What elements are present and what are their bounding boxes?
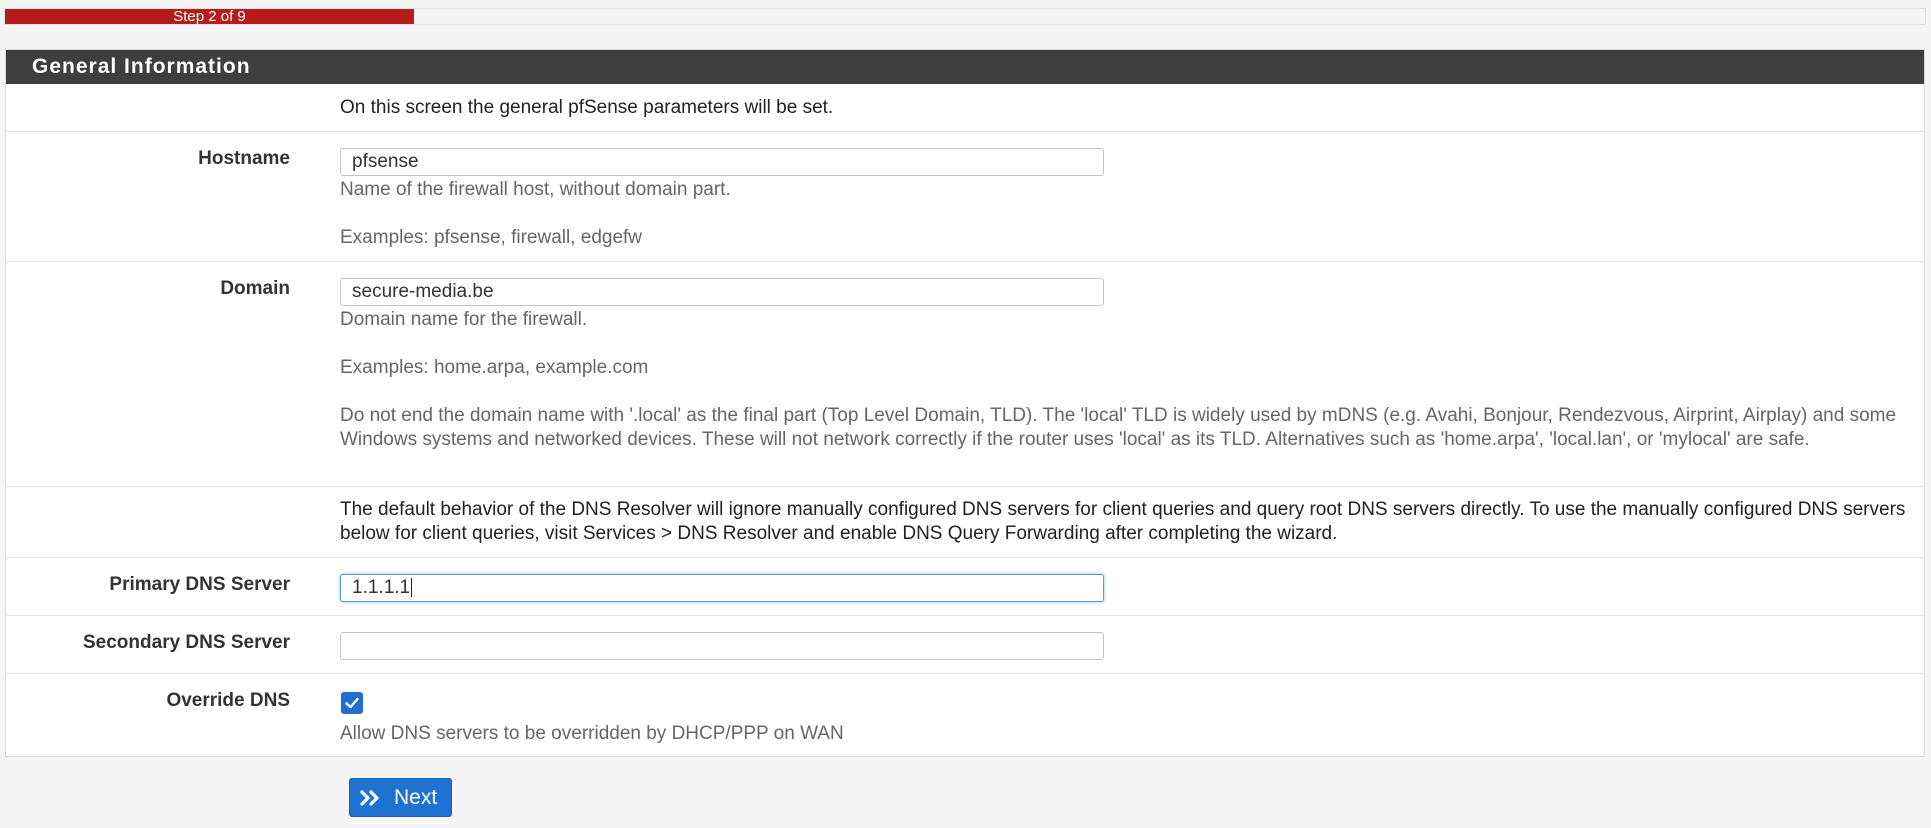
domain-input[interactable]: [340, 278, 1104, 306]
progress-label: Step 2 of 9: [173, 8, 246, 25]
override-dns-label: Override DNS: [166, 690, 290, 711]
override-dns-checkbox[interactable]: [341, 692, 363, 714]
domain-label: Domain: [220, 278, 290, 299]
domain-examples: Examples: home.arpa, example.com: [340, 357, 649, 378]
primary-dns-row: Primary DNS Server 1.1.1.1: [6, 557, 1924, 615]
secondary-dns-label: Secondary DNS Server: [83, 632, 290, 653]
override-dns-row: Override DNS Allow DNS servers to be ove…: [6, 673, 1924, 756]
intro-text: On this screen the general pfSense param…: [340, 97, 834, 118]
domain-help: Domain name for the firewall.: [340, 309, 588, 330]
hostname-row: Hostname Name of the firewall host, with…: [6, 131, 1924, 261]
progress-bar: Step 2 of 9: [4, 8, 1926, 25]
panel-title: General Information: [6, 50, 1924, 84]
dns-note-row: The default behavior of the DNS Resolver…: [6, 486, 1924, 557]
checkmark-icon: [345, 697, 359, 709]
text-caret: [411, 578, 413, 598]
domain-row: Domain Domain name for the firewall. Exa…: [6, 261, 1924, 486]
override-dns-help: Allow DNS servers to be overridden by DH…: [340, 723, 844, 744]
next-button-label: Next: [394, 786, 438, 809]
double-chevron-right-icon: [360, 790, 379, 806]
primary-dns-input[interactable]: 1.1.1.1: [340, 574, 1104, 602]
domain-tld-warning: Do not end the domain name with '.local'…: [340, 405, 1897, 450]
general-information-panel: General Information On this screen the g…: [5, 49, 1925, 757]
hostname-help: Name of the firewall host, without domai…: [340, 179, 731, 200]
next-button[interactable]: Next: [349, 778, 452, 817]
primary-dns-label: Primary DNS Server: [109, 574, 290, 595]
secondary-dns-input[interactable]: [340, 632, 1104, 660]
primary-dns-value: 1.1.1.1: [352, 577, 411, 598]
hostname-input[interactable]: [340, 148, 1104, 176]
hostname-label: Hostname: [198, 148, 290, 169]
dns-resolver-note: The default behavior of the DNS Resolver…: [340, 499, 1906, 544]
hostname-examples: Examples: pfsense, firewall, edgefw: [340, 227, 643, 248]
secondary-dns-row: Secondary DNS Server: [6, 615, 1924, 673]
intro-row: On this screen the general pfSense param…: [6, 84, 1924, 131]
progress-fill: Step 2 of 9: [5, 9, 414, 24]
page: Step 2 of 9 General Information On this …: [0, 0, 1931, 828]
